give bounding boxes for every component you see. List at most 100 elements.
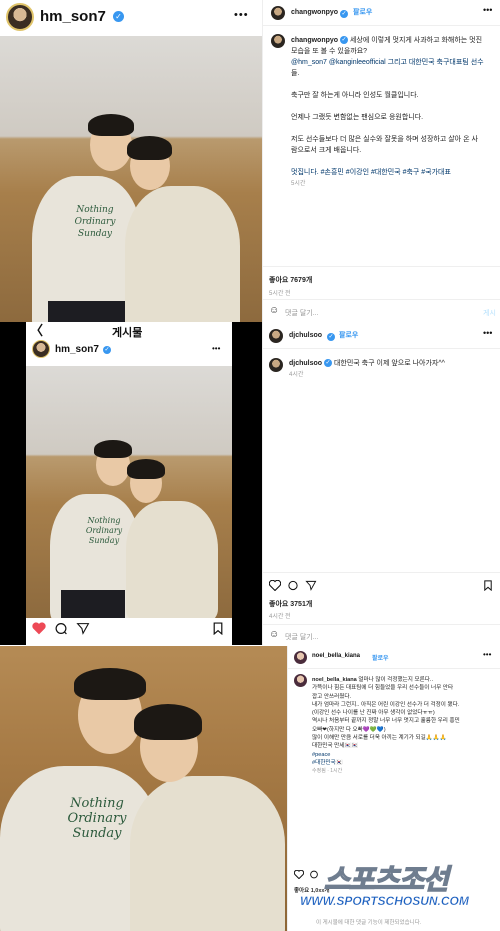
right3-caption-line-8: 대한민국 만세🇰🇷🇰🇷 [312, 743, 359, 750]
right3-caption-username[interactable]: noel_bella_kiana [312, 677, 357, 683]
right2-caption-verified-icon: ✓ [324, 359, 333, 368]
right2-share-icon[interactable] [305, 580, 317, 591]
right1-caption-avatar [271, 34, 285, 48]
right3-caption-line-9[interactable]: #peace [312, 752, 330, 758]
comment-icon[interactable] [54, 622, 68, 635]
right1-caption-line-12[interactable]: 멋집니다. #손흥민 #이강인 #대한민국 #축구 #국가대표 [291, 169, 451, 176]
right3-caption-line-4: (이강인 선수 나이를 난 진짜 아무 생각이 없었다ㅠㅠ) [312, 710, 435, 717]
right3-footer: 이 게시물에 대한 댓글 기능이 제한되었습니다. [316, 920, 422, 926]
sweater-line-1: Nothing [76, 205, 114, 215]
post3-sweater-line-3: Sunday [72, 826, 122, 841]
right3-caption-line-7: 많이 이해만 만큼 서로를 더욱 아끼는 계기가 되길🙏🙏🙏 [312, 735, 447, 742]
right1-post-button[interactable]: 게시 [483, 308, 496, 318]
right1-caption: changwonpyo ✓ 세상에 이렇게 멋지게 사과하고 화해하는 멋진 모… [291, 35, 496, 190]
post1-avatar[interactable] [6, 3, 34, 31]
right3-caption-line-10[interactable]: #대한민국🇰🇷 [312, 760, 343, 766]
right1-more-icon[interactable]: ••• [483, 5, 492, 15]
post3-photo: Nothing Ordinary Sunday [0, 646, 287, 931]
right1-posted: 5시간 전 [269, 291, 291, 297]
right2-caption-avatar [269, 358, 283, 372]
watermark-brand: 스포츠조선 [323, 863, 449, 895]
right1-verified-icon: ✓ [340, 10, 348, 18]
right3-more-icon[interactable]: ••• [483, 650, 491, 659]
right1-emoji-icon[interactable]: ☺ [269, 305, 279, 316]
right2-likes[interactable]: 좋아요 3751개 [269, 599, 312, 610]
post1-username[interactable]: hm_son7 [40, 8, 106, 25]
right3-caption: noel_bella_kiana 얼마나 많이 걱정했는지 모른다.. 가뜩이나… [312, 676, 497, 776]
right1-caption-line-9: 저도 선수들보다 더 많은 실수와 잘못을 하며 성장하고 살아 온 사 [291, 136, 478, 143]
right3-edited: 수정됨 · 1시간 [312, 768, 343, 775]
right3-caption-line-3: 내가 엄마라 그런지.. 아직은 어린 이강인 선수가 더 걱정이 됐다. [312, 701, 460, 708]
right2-follow-button[interactable]: 팔로우 [339, 330, 358, 341]
right2-bookmark-icon[interactable] [483, 580, 493, 591]
post2-photo: Nothing Ordinary Sunday [26, 366, 232, 618]
right3-caption-line-1: 가뜩이나 힘든 대표팀에 더 힘들었을 우리 선수들이 너무 안타 [312, 685, 454, 692]
right1-panel: changwonpyo ✓ 팔로우 ••• changwonpyo ✓ 세상에 … [262, 0, 500, 322]
right2-avatar[interactable] [269, 329, 283, 343]
right1-time: 5시간 [291, 181, 306, 187]
right1-likes[interactable]: 좋아요 7679개 [269, 275, 312, 286]
post2-more-icon[interactable]: ••• [212, 344, 220, 353]
post2-frame: 〈 게시물 hm_son7 ✓ ••• Nothing Ordinary Sun… [0, 322, 262, 645]
post1-photo: Nothing Ordinary Sunday [0, 36, 262, 322]
carousel-dots [112, 312, 152, 316]
right1-caption-line-1: 모습을 또 볼 수 있을까요? [291, 48, 368, 55]
right2-comment-icon[interactable] [287, 580, 299, 591]
right1-caption-line-7: 언제나 그랬듯 변함없는 팬심으로 응원합니다. [291, 114, 424, 121]
sweater-line-2: Ordinary [74, 217, 116, 227]
right1-caption-line-0: 세상에 이렇게 멋지게 사과하고 화해하는 멋진 [349, 37, 483, 44]
right1-caption-line-10: 람으로서 크게 배웁니다. [291, 147, 362, 154]
right3-caption-avatar [294, 674, 307, 687]
right3-follow-button[interactable]: 팔로우 [372, 653, 389, 662]
right3-caption-line-2: 깝고 안쓰러웠다. [312, 693, 352, 700]
right1-username[interactable]: changwonpyo [291, 7, 338, 18]
right2-time: 4시간 [289, 372, 304, 378]
right2-caption-username[interactable]: djchulsoo [289, 360, 322, 367]
share-icon[interactable] [76, 622, 90, 635]
post2-avatar[interactable] [32, 340, 50, 358]
watermark-url: WWW.SPORTSCHOSUN.COM [300, 894, 469, 908]
post1-more-icon[interactable]: ••• [234, 9, 249, 21]
right1-caption-line-3: 들. [291, 70, 300, 77]
right1-comment-input[interactable]: 댓글 달기... [285, 308, 319, 318]
right1-caption-line-5: 축구만 잘 하는게 아니라 인성도 월클입니다. [291, 92, 419, 99]
right3-username[interactable]: noel_bella_kiana [312, 653, 360, 659]
right2-posted: 4시간 전 [269, 614, 291, 620]
post2-card: 〈 게시물 hm_son7 ✓ ••• Nothing Ordinary Sun… [26, 322, 232, 645]
right2-caption-text: 대한민국 축구 이제 앞으로 나아가자^^ [333, 360, 445, 367]
post2-header-title: 게시물 [112, 327, 143, 339]
right2-caption: djchulsoo ✓ 대한민국 축구 이제 앞으로 나아가자^^ 4시간 [289, 358, 494, 381]
post2-sweater-line-1: Nothing [87, 516, 121, 525]
post2-verified-icon: ✓ [103, 346, 111, 354]
right1-caption-verified-icon: ✓ [340, 36, 349, 45]
watermark: 스포츠조선 WWW.SPORTSCHOSUN.COM [300, 858, 500, 918]
right3-avatar[interactable] [294, 651, 307, 664]
post2-action-bar [32, 622, 228, 638]
right3-caption-line-5: 역시나 처음부터 끝까지 정말 너무 너무 멋지고 훌륭한 우리 흥민 [312, 718, 460, 725]
right2-emoji-icon[interactable]: ☺ [269, 629, 279, 640]
right2-heart-icon[interactable] [269, 580, 281, 591]
post1-verified-icon: ✓ [113, 11, 124, 22]
right3-caption-line-6: 오빠❤(하지만 다 오빠💜💚💙) [312, 726, 386, 733]
right1-avatar[interactable] [271, 6, 285, 20]
post3-sweater-line-1: Nothing [70, 796, 124, 811]
right2-more-icon[interactable]: ••• [483, 328, 492, 338]
heart-icon[interactable] [32, 622, 46, 635]
post2-sweater-line-3: Sunday [88, 536, 120, 545]
right1-caption-username[interactable]: changwonpyo [291, 37, 338, 44]
right1-follow-button[interactable]: 팔로우 [353, 7, 372, 18]
sweater-line-3: Sunday [78, 229, 112, 239]
right3-caption-line-0: 얼마나 많이 걱정했는지 모른다.. [358, 677, 434, 683]
right2-username[interactable]: djchulsoo [289, 330, 322, 341]
post2-username[interactable]: hm_son7 [55, 344, 99, 355]
back-icon[interactable]: 〈 [30, 320, 43, 339]
right2-comment-input[interactable]: 댓글 달기... [285, 632, 319, 642]
post2-sweater-line-2: Ordinary [85, 526, 123, 535]
bookmark-icon[interactable] [212, 622, 224, 635]
post1-header: hm_son7 ✓ ••• [0, 0, 262, 34]
right2-action-bar [269, 580, 495, 594]
right2-verified-icon: ✓ [327, 333, 335, 341]
post3-sweater-line-2: Ordinary [67, 811, 127, 826]
right2-panel: djchulsoo ✓ 팔로우 ••• djchulsoo ✓ 대한민국 축구 … [262, 322, 500, 645]
right1-caption-line-2[interactable]: @hm_son7 @kanginleeofficial 그리고 대한민국 축구대… [291, 59, 484, 66]
